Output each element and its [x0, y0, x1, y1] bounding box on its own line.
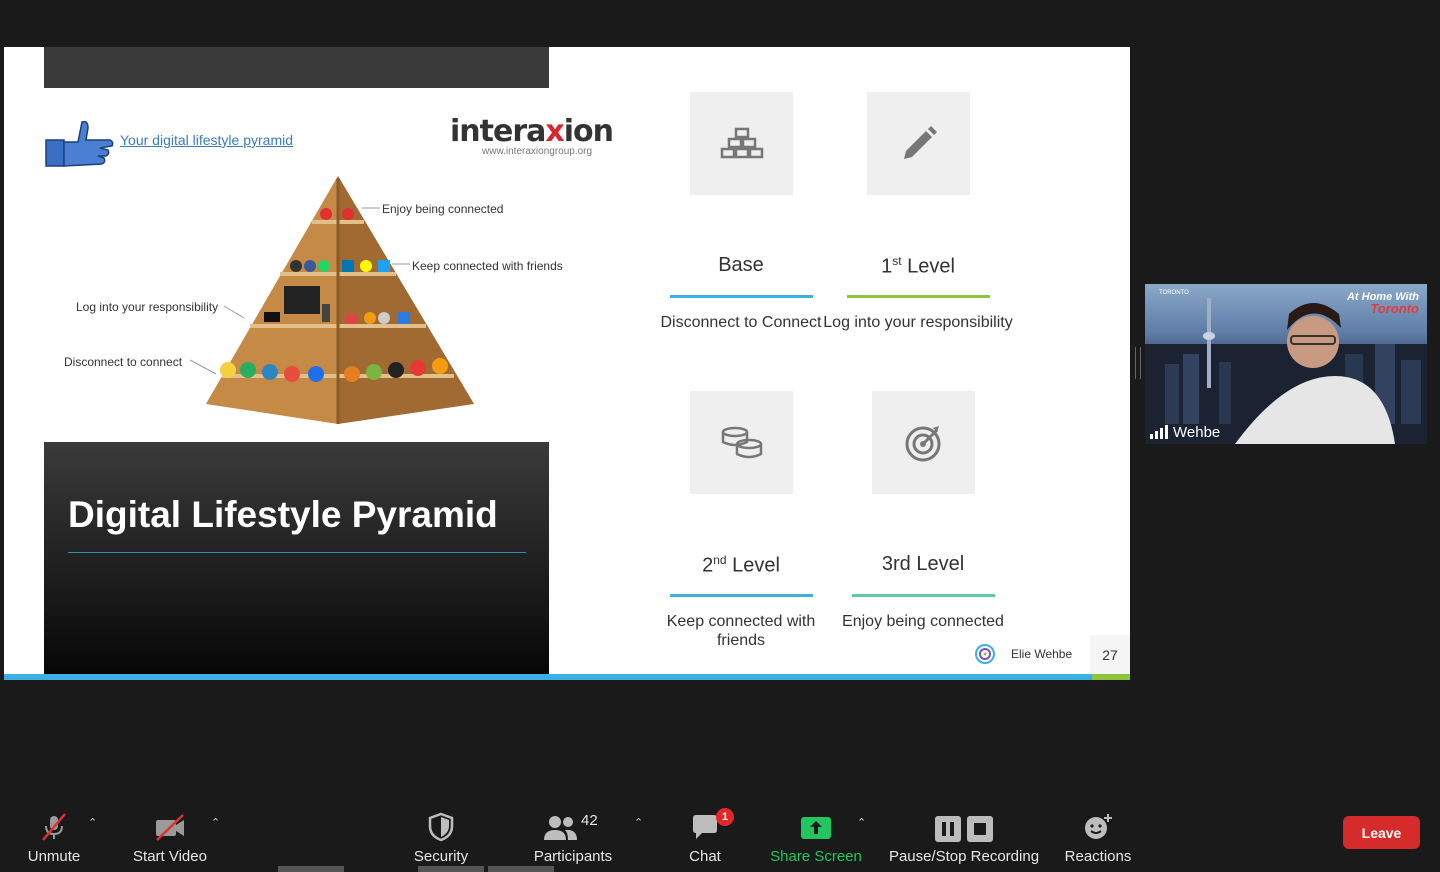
taskbar-item[interactable]: [418, 866, 484, 872]
security-label: Security: [413, 848, 469, 865]
pause-icon: [935, 816, 961, 842]
at-home-brand: At Home With Toronto: [1346, 291, 1419, 316]
shield-icon: [428, 812, 454, 842]
pyramid-image: Your digital lifestyle pyramid interaxio…: [44, 88, 614, 442]
participants-icon-group: 42: [543, 812, 603, 842]
share-screen-button[interactable]: Share Screen: [768, 790, 864, 865]
chat-button[interactable]: 1 Chat: [683, 790, 734, 865]
share-options-caret[interactable]: ⌃: [857, 816, 866, 829]
participants-icon: [544, 816, 577, 840]
taskbar-item[interactable]: [278, 866, 344, 872]
footer-accent-green: [1092, 674, 1130, 680]
level-desc-1st: Log into your responsibility: [823, 314, 1013, 331]
video-options-caret[interactable]: ⌃: [211, 816, 220, 829]
participants-button[interactable]: 42 Participants: [530, 790, 616, 865]
reactions-label: Reactions: [1064, 848, 1132, 865]
level-desc-base: Disconnect to Connect: [660, 314, 822, 331]
slide-footer: Elie Wehbe 27: [4, 635, 1130, 680]
start-video-label: Start Video: [133, 848, 207, 865]
pencil-icon: [867, 92, 970, 195]
pause-stop-recording-button[interactable]: Pause/Stop Recording: [884, 790, 1044, 865]
meeting-toolbar: Unmute ⌃ Start Video ⌃ Security 42 Parti…: [0, 790, 1440, 872]
audio-options-caret[interactable]: ⌃: [88, 816, 97, 829]
video-off-icon: [156, 814, 184, 841]
split-handle[interactable]: [1135, 347, 1141, 379]
participants-label: Participants: [533, 848, 613, 865]
page-number: 27: [1090, 635, 1130, 674]
level-desc-3rd: Enjoy being connected: [842, 613, 1004, 630]
footer-accent-bar: [4, 674, 1130, 680]
taskbar-item[interactable]: [488, 866, 554, 872]
bricks-icon: [690, 92, 793, 195]
stop-icon: [967, 816, 993, 842]
slide-title: Digital Lifestyle Pyramid: [68, 494, 498, 535]
recording-label: Pause/Stop Recording: [888, 848, 1040, 865]
participant-name: Wehbe: [1173, 424, 1221, 441]
pyramid-callout-lines: [189, 207, 410, 375]
title-divider: [68, 552, 526, 553]
shared-slide: Your digital lifestyle pyramid interaxio…: [4, 47, 1130, 680]
level-underline-2nd: [670, 594, 813, 597]
spiral-logo-icon: [975, 644, 995, 664]
start-video-button[interactable]: Start Video: [130, 790, 210, 865]
level-underline-3rd: [852, 594, 995, 597]
reactions-button[interactable]: Reactions: [1062, 790, 1134, 865]
coins-icon: [690, 391, 793, 494]
target-icon: [872, 391, 975, 494]
presenter-name: Elie Wehbe: [1011, 647, 1073, 661]
level-title-3rd: 3rd Level: [881, 553, 965, 575]
share-screen-label: Share Screen: [770, 848, 862, 865]
unmute-button[interactable]: Unmute: [20, 790, 88, 865]
muted-mic-icon: [42, 813, 66, 841]
participant-video[interactable]: TORONTO At Home With Toronto Wehbe: [1145, 284, 1427, 444]
chat-icon-group: 1: [690, 808, 734, 842]
chat-label: Chat: [689, 848, 721, 865]
unmute-label: Unmute: [27, 848, 81, 865]
level-title-2nd: 2nd Level: [702, 553, 780, 577]
level-title-1st: 1st Level: [881, 254, 955, 278]
security-button[interactable]: Security: [410, 790, 472, 865]
participants-options-caret[interactable]: ⌃: [634, 816, 643, 829]
level-underline-1st: [847, 295, 990, 298]
participants-count: 42: [581, 812, 598, 829]
leave-button[interactable]: Leave: [1343, 816, 1420, 849]
city-tag: TORONTO: [1159, 290, 1189, 296]
signal-icon: [1150, 425, 1168, 439]
smiley-plus-icon: [1085, 814, 1112, 839]
level-underline-base: [670, 295, 813, 298]
share-screen-icon: [801, 817, 831, 839]
slide-top-dark-band: [44, 47, 549, 88]
recording-icons: [935, 816, 993, 842]
chat-badge: 1: [716, 808, 734, 826]
level-title-base: Base: [718, 254, 764, 276]
